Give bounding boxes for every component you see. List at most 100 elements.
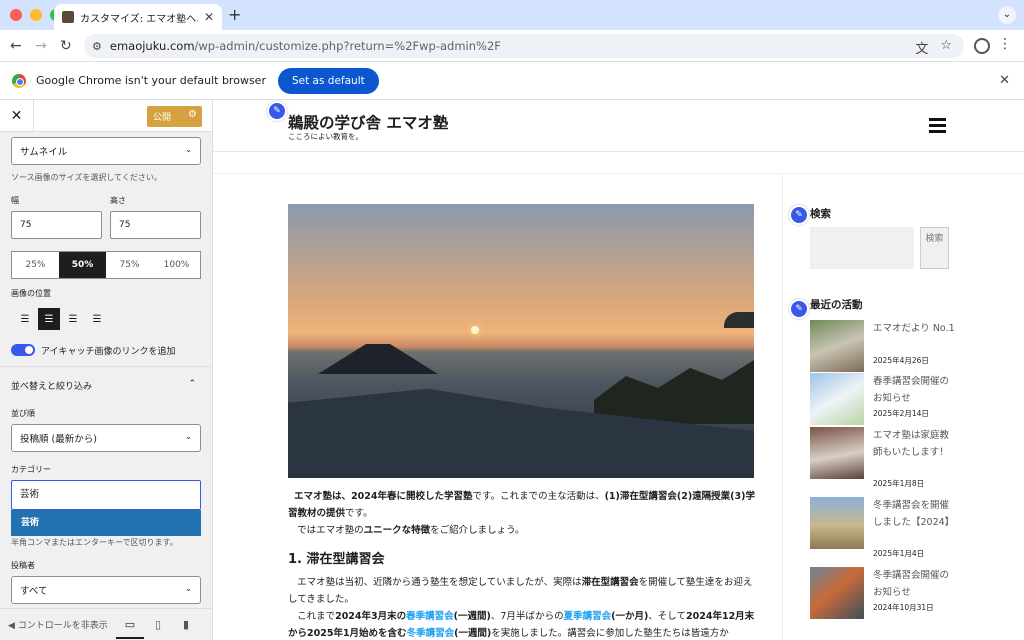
size-option-75[interactable]: 75% — [106, 252, 153, 278]
post-title[interactable]: 春季講習会開催のお知らせ — [873, 373, 955, 407]
url-host: emaojuku.com — [109, 39, 195, 53]
recent-post[interactable]: エマオだより No.1 2025年4月26日 — [810, 320, 960, 380]
site-preview: ✎ 鵜殿の学び舎 エマオ塾 こころによい教育を。 エマオ塾は、2024年春に開校… — [213, 100, 1024, 640]
sort-section-title[interactable]: 並べ替えと絞り込み — [11, 379, 92, 392]
reload-icon[interactable]: ↻ — [60, 38, 72, 54]
height-input[interactable]: 75 — [110, 211, 201, 239]
customizer-sidebar: ✕ 公開 ⚙ サムネイル ⌄ ソース画像のサイズを選択してください。 幅 75 高さ… — [0, 100, 213, 640]
chevron-up-icon[interactable]: ⌃ — [188, 379, 196, 389]
back-arrow-icon[interactable]: ← — [10, 38, 22, 54]
intro-text-8: ユニークな特徴 — [363, 525, 431, 536]
close-icon[interactable]: ✕ — [999, 73, 1010, 88]
menu-icon[interactable]: ⋮ — [998, 36, 1012, 52]
body-text-k: 、そして — [648, 611, 687, 622]
recent-post[interactable]: 冬季講習会開催のお知らせ 2024年10月31日 — [810, 567, 960, 627]
post-thumbnail[interactable] — [810, 427, 864, 479]
recent-post[interactable]: エマオ塾は家庭教師もいたします！ 2025年1月8日 — [810, 427, 960, 497]
chevron-down-icon[interactable]: ⌄ — [998, 6, 1016, 24]
desktop-preview-icon[interactable]: ▭ — [116, 611, 144, 639]
width-input[interactable]: 75 — [11, 211, 102, 239]
order-value: 投稿順 (最新から) — [20, 434, 97, 445]
minimize-window-button[interactable] — [30, 9, 42, 21]
tab-title: カスタマイズ: エマオ塾へようこ — [80, 13, 198, 25]
post-thumbnail[interactable] — [810, 320, 864, 372]
align-right-icon[interactable]: ☰ — [86, 308, 108, 330]
post-title[interactable]: 冬季講習会開催のお知らせ — [873, 567, 955, 601]
set-default-button[interactable]: Set as default — [277, 67, 379, 94]
intro-paragraph: エマオ塾は、2024年春に開校した学習塾です。これまでの主な活動は、(1)滞在型… — [288, 488, 758, 539]
spring-course-link[interactable]: 春季講習会 — [406, 611, 454, 622]
intro-text-9: をご紹介しましょう。 — [430, 525, 525, 536]
search-button[interactable]: 検索 — [920, 227, 949, 269]
hamburger-menu-icon[interactable] — [929, 118, 946, 136]
size-option-25[interactable]: 25% — [12, 252, 59, 278]
image-size-segmented-control: 25% 50% 75% 100% — [11, 251, 201, 279]
edit-pencil-icon[interactable]: ✎ — [789, 205, 809, 225]
intro-text-7: エマオ塾の — [316, 525, 364, 536]
align-left-icon[interactable]: ☰ — [38, 308, 60, 330]
post-date: 2024年10月31日 — [873, 603, 934, 612]
post-thumbnail[interactable] — [810, 567, 864, 619]
mobile-preview-icon[interactable]: ▮ — [172, 611, 200, 639]
category-input[interactable]: 芸術 — [11, 480, 201, 510]
hide-controls-button[interactable]: ◀ コントロールを非表示 — [8, 618, 116, 631]
close-icon[interactable]: ✕ — [204, 10, 214, 24]
featured-image-link-toggle[interactable] — [11, 344, 35, 356]
post-title[interactable]: エマオだより No.1 — [873, 320, 955, 337]
publish-label: 公開 — [153, 113, 172, 123]
forward-arrow-icon[interactable]: → — [35, 38, 47, 54]
body-text-e: 2024年3月末の — [335, 611, 407, 622]
thumbnail-size-select[interactable]: サムネイル ⌄ — [11, 137, 201, 165]
close-window-button[interactable] — [10, 9, 22, 21]
profile-icon[interactable] — [974, 38, 990, 54]
site-info-icon[interactable]: ⚙ — [92, 40, 102, 53]
post-thumbnail[interactable] — [810, 497, 864, 549]
body-text-j: (一か月) — [611, 611, 649, 622]
body-text-h: 、7月半ばからの — [490, 611, 564, 622]
author-label: 投稿者 — [11, 561, 35, 570]
search-input[interactable] — [810, 227, 914, 269]
chevron-down-icon: ⌄ — [185, 145, 192, 154]
intro-text-5: です。 — [345, 508, 373, 519]
post-thumbnail[interactable] — [810, 373, 864, 425]
order-select[interactable]: 投稿順 (最新から) ⌄ — [11, 424, 201, 452]
body-text-n: (一週間) — [454, 628, 492, 639]
tablet-preview-icon[interactable]: ▯ — [144, 611, 172, 639]
category-suggestion[interactable]: 芸術 — [11, 510, 201, 536]
edit-pencil-icon[interactable]: ✎ — [267, 101, 287, 121]
size-option-50[interactable]: 50% — [59, 252, 106, 278]
author-select[interactable]: すべて ⌄ — [11, 576, 201, 604]
intro-text-3: です。これまでの主な活動は、 — [472, 491, 605, 502]
browser-tab[interactable]: カスタマイズ: エマオ塾へようこ ✕ — [54, 4, 222, 30]
intro-text-2: 2024年春に開校した学習塾 — [351, 491, 473, 502]
size-option-100[interactable]: 100% — [153, 252, 200, 278]
browser-toolbar: ← → ↻ ⚙ emaojuku.com/wp-admin/customize.… — [0, 30, 1024, 62]
close-customizer-button[interactable]: ✕ — [0, 100, 34, 132]
body-text-b: 滞在型講習会 — [581, 577, 639, 588]
header-strip — [213, 152, 1024, 174]
new-tab-button[interactable]: + — [228, 5, 241, 24]
post-date: 2025年1月8日 — [873, 479, 925, 488]
gear-icon[interactable]: ⚙ — [188, 109, 197, 120]
winter-course-link[interactable]: 冬季講習会 — [407, 628, 455, 639]
summer-course-link[interactable]: 夏季講習会 — [564, 611, 612, 622]
category-help: 半角コンマまたはエンターキーで区切ります。 — [11, 538, 178, 547]
translate-icon[interactable]: 文 — [915, 38, 928, 57]
height-label: 高さ — [110, 196, 126, 205]
intro-text-1: エマオ塾は、 — [294, 491, 352, 502]
publish-button[interactable]: 公開 ⚙ — [147, 106, 202, 127]
address-bar[interactable]: ⚙ emaojuku.com/wp-admin/customize.php?re… — [84, 34, 964, 58]
post-title[interactable]: 冬季講習会を開催しました【2024】 — [873, 497, 955, 531]
star-icon[interactable]: ☆ — [940, 38, 952, 57]
recent-post[interactable]: 春季講習会開催のお知らせ 2025年2月14日 — [810, 373, 960, 433]
recent-post[interactable]: 冬季講習会を開催しました【2024】 2025年1月4日 — [810, 497, 960, 567]
width-label: 幅 — [11, 196, 19, 205]
default-browser-infobar: Google Chrome isn't your default browser… — [0, 62, 1024, 100]
site-title[interactable]: 鵜殿の学び舎 エマオ塾 — [288, 111, 448, 133]
post-title[interactable]: エマオ塾は家庭教師もいたします！ — [873, 427, 955, 461]
body-text-o: を実施しました。講習会に参加した塾生たちは皆遠方か — [491, 628, 729, 639]
body-text-a: エマオ塾は当初、近隣から通う塾生を想定していましたが、実際は — [297, 577, 582, 588]
align-none-icon[interactable]: ☰ — [14, 308, 36, 330]
align-center-icon[interactable]: ☰ — [62, 308, 84, 330]
edit-pencil-icon[interactable]: ✎ — [789, 299, 809, 319]
